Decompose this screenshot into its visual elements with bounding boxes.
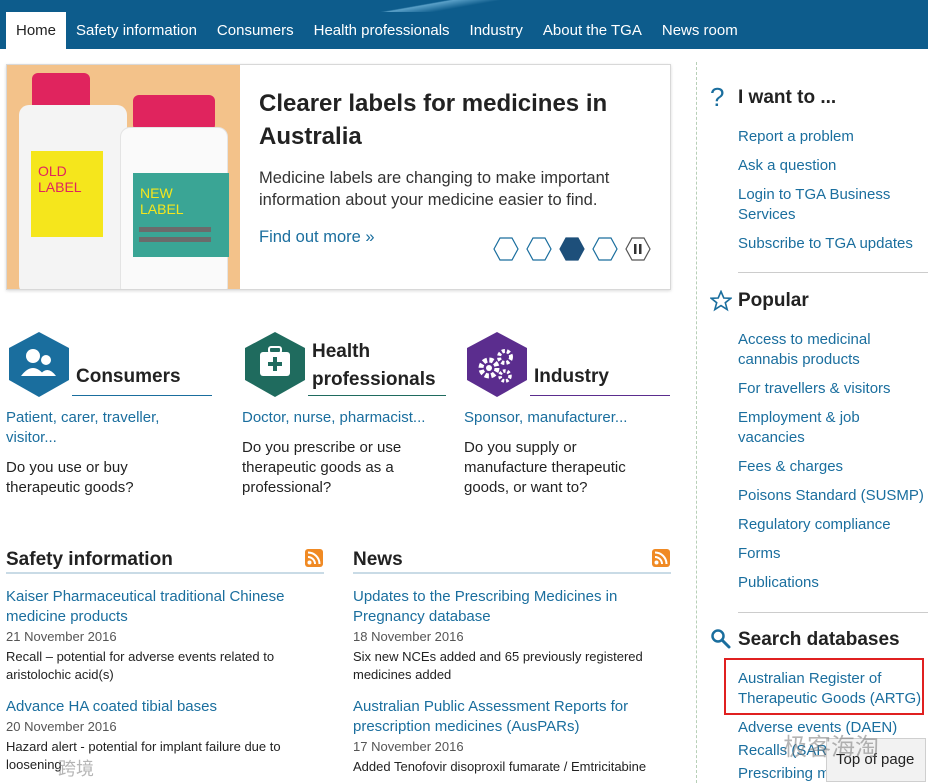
watermark-text: 跨境 bbox=[58, 759, 94, 779]
artg-highlight-box bbox=[724, 658, 924, 715]
industry-title: Industry bbox=[534, 366, 609, 387]
audience-health-professionals[interactable]: Health professionals Doctor, nurse, phar… bbox=[242, 330, 447, 500]
news-item-date: 18 November 2016 bbox=[353, 629, 464, 644]
safety-item-summary: Recall – potential for adverse events re… bbox=[6, 649, 275, 682]
health-professionals-subtitle[interactable]: Doctor, nurse, pharmacist... bbox=[242, 408, 447, 428]
news-heading: News bbox=[353, 549, 403, 570]
first-aid-kit-icon bbox=[245, 332, 305, 397]
safety-item-date: 20 November 2016 bbox=[6, 719, 117, 734]
sidebar-link-ask-a-question[interactable]: Ask a question bbox=[738, 156, 928, 176]
nav-industry[interactable]: Industry bbox=[460, 12, 533, 49]
new-label-text: NEW LABEL bbox=[140, 185, 184, 217]
sidebar-link-regulatory-compliance[interactable]: Regulatory compliance bbox=[738, 515, 928, 535]
sidebar-link-employment[interactable]: Employment & job vacancies bbox=[738, 408, 928, 448]
sidebar-link-travellers[interactable]: For travellers & visitors bbox=[738, 379, 928, 399]
question-mark-icon: ? bbox=[710, 82, 725, 112]
nav-about-the-tga[interactable]: About the TGA bbox=[533, 12, 652, 49]
consumers-subtitle[interactable]: Patient, carer, traveller, visitor... bbox=[6, 408, 206, 448]
watermark-text: 极客海淘 bbox=[783, 734, 879, 761]
nav-health-professionals[interactable]: Health professionals bbox=[304, 12, 460, 49]
news-item-title[interactable]: Updates to the Prescribing Medicines in … bbox=[353, 587, 653, 627]
carousel-pager bbox=[493, 237, 651, 261]
sidebar-link-poisons-standard[interactable]: Poisons Standard (SUSMP) bbox=[738, 486, 928, 506]
sidebar-link-forms[interactable]: Forms bbox=[738, 544, 928, 564]
sidebar-link-fees[interactable]: Fees & charges bbox=[738, 457, 928, 477]
carousel-dot-1[interactable] bbox=[493, 237, 519, 261]
hero-carousel: OLD LABEL NEW LABEL Clearer labels for m… bbox=[6, 64, 671, 290]
consumers-title: Consumers bbox=[76, 366, 181, 387]
old-label-text: OLD LABEL bbox=[38, 163, 82, 195]
search-databases-heading: Search databases bbox=[738, 629, 900, 650]
health-professionals-question: Do you prescribe or use therapeutic good… bbox=[242, 439, 402, 496]
safety-rss-icon[interactable] bbox=[305, 549, 323, 567]
gears-icon bbox=[467, 332, 527, 397]
hero-title: Clearer labels for medicines in Australi… bbox=[259, 90, 608, 150]
sidebar-divider bbox=[696, 62, 697, 783]
sidebar-link-report-a-problem[interactable]: Report a problem bbox=[738, 127, 928, 147]
news-rss-icon[interactable] bbox=[652, 549, 670, 567]
nav-safety-information[interactable]: Safety information bbox=[66, 12, 207, 49]
audience-industry[interactable]: Industry Sponsor, manufacturer... Do you… bbox=[464, 330, 674, 500]
carousel-dot-3-active[interactable] bbox=[559, 237, 585, 261]
sidebar-link-publications[interactable]: Publications bbox=[738, 573, 928, 593]
main-nav: Home Safety information Consumers Health… bbox=[0, 12, 928, 49]
consumers-people-icon bbox=[9, 332, 69, 397]
popular-heading: Popular bbox=[738, 290, 809, 311]
nav-news-room[interactable]: News room bbox=[652, 12, 748, 49]
health-professionals-title: Health professionals bbox=[312, 341, 436, 390]
news-item: Updates to the Prescribing Medicines in … bbox=[353, 587, 653, 684]
star-icon bbox=[710, 290, 732, 312]
i-want-to-list: Report a problem Ask a question Login to… bbox=[738, 127, 928, 263]
search-icon bbox=[711, 629, 731, 649]
industry-subtitle[interactable]: Sponsor, manufacturer... bbox=[464, 408, 669, 428]
hero-image-medicine-bottles: OLD LABEL NEW LABEL bbox=[7, 65, 240, 289]
popular-list: Access to medicinal cannabis products Fo… bbox=[738, 330, 928, 602]
consumers-question: Do you use or buy therapeutic goods? bbox=[6, 459, 134, 496]
nav-consumers[interactable]: Consumers bbox=[207, 12, 304, 49]
safety-item-date: 21 November 2016 bbox=[6, 629, 117, 644]
hero-description: Medicine labels are changing to make imp… bbox=[259, 169, 610, 209]
industry-question: Do you supply or manufacture therapeutic… bbox=[464, 439, 626, 496]
sidebar-link-subscribe-updates[interactable]: Subscribe to TGA updates bbox=[738, 234, 928, 254]
news-item-summary: Added Tenofovir disoproxil fumarate / Em… bbox=[353, 759, 647, 774]
safety-item: Advance HA coated tibial bases 20 Novemb… bbox=[6, 697, 306, 774]
nav-home[interactable]: Home bbox=[6, 12, 67, 49]
safety-item: Kaiser Pharmaceutical traditional Chines… bbox=[6, 587, 306, 684]
sidebar-link-medicinal-cannabis[interactable]: Access to medicinal cannabis products bbox=[738, 330, 928, 370]
safety-item-summary: Hazard alert - potential for implant fai… bbox=[6, 739, 281, 772]
carousel-dot-4[interactable] bbox=[592, 237, 618, 261]
hero-find-out-more-link[interactable]: Find out more » bbox=[259, 228, 375, 247]
news-item: Australian Public Assessment Reports for… bbox=[353, 697, 653, 776]
i-want-to-heading: I want to ... bbox=[738, 87, 837, 108]
pause-icon[interactable] bbox=[625, 237, 651, 261]
news-item-title[interactable]: Australian Public Assessment Reports for… bbox=[353, 697, 653, 737]
safety-item-title[interactable]: Advance HA coated tibial bases bbox=[6, 697, 306, 717]
top-strip bbox=[0, 0, 928, 12]
audience-consumers[interactable]: Consumers Patient, carer, traveller, vis… bbox=[6, 330, 216, 500]
safety-item-title[interactable]: Kaiser Pharmaceutical traditional Chines… bbox=[6, 587, 306, 627]
safety-information-heading: Safety information bbox=[6, 549, 173, 570]
news-item-date: 17 November 2016 bbox=[353, 739, 464, 754]
sidebar-link-login-business-services[interactable]: Login to TGA Business Services bbox=[738, 185, 928, 225]
carousel-dot-2[interactable] bbox=[526, 237, 552, 261]
news-item-summary: Six new NCEs added and 65 previously reg… bbox=[353, 649, 643, 682]
